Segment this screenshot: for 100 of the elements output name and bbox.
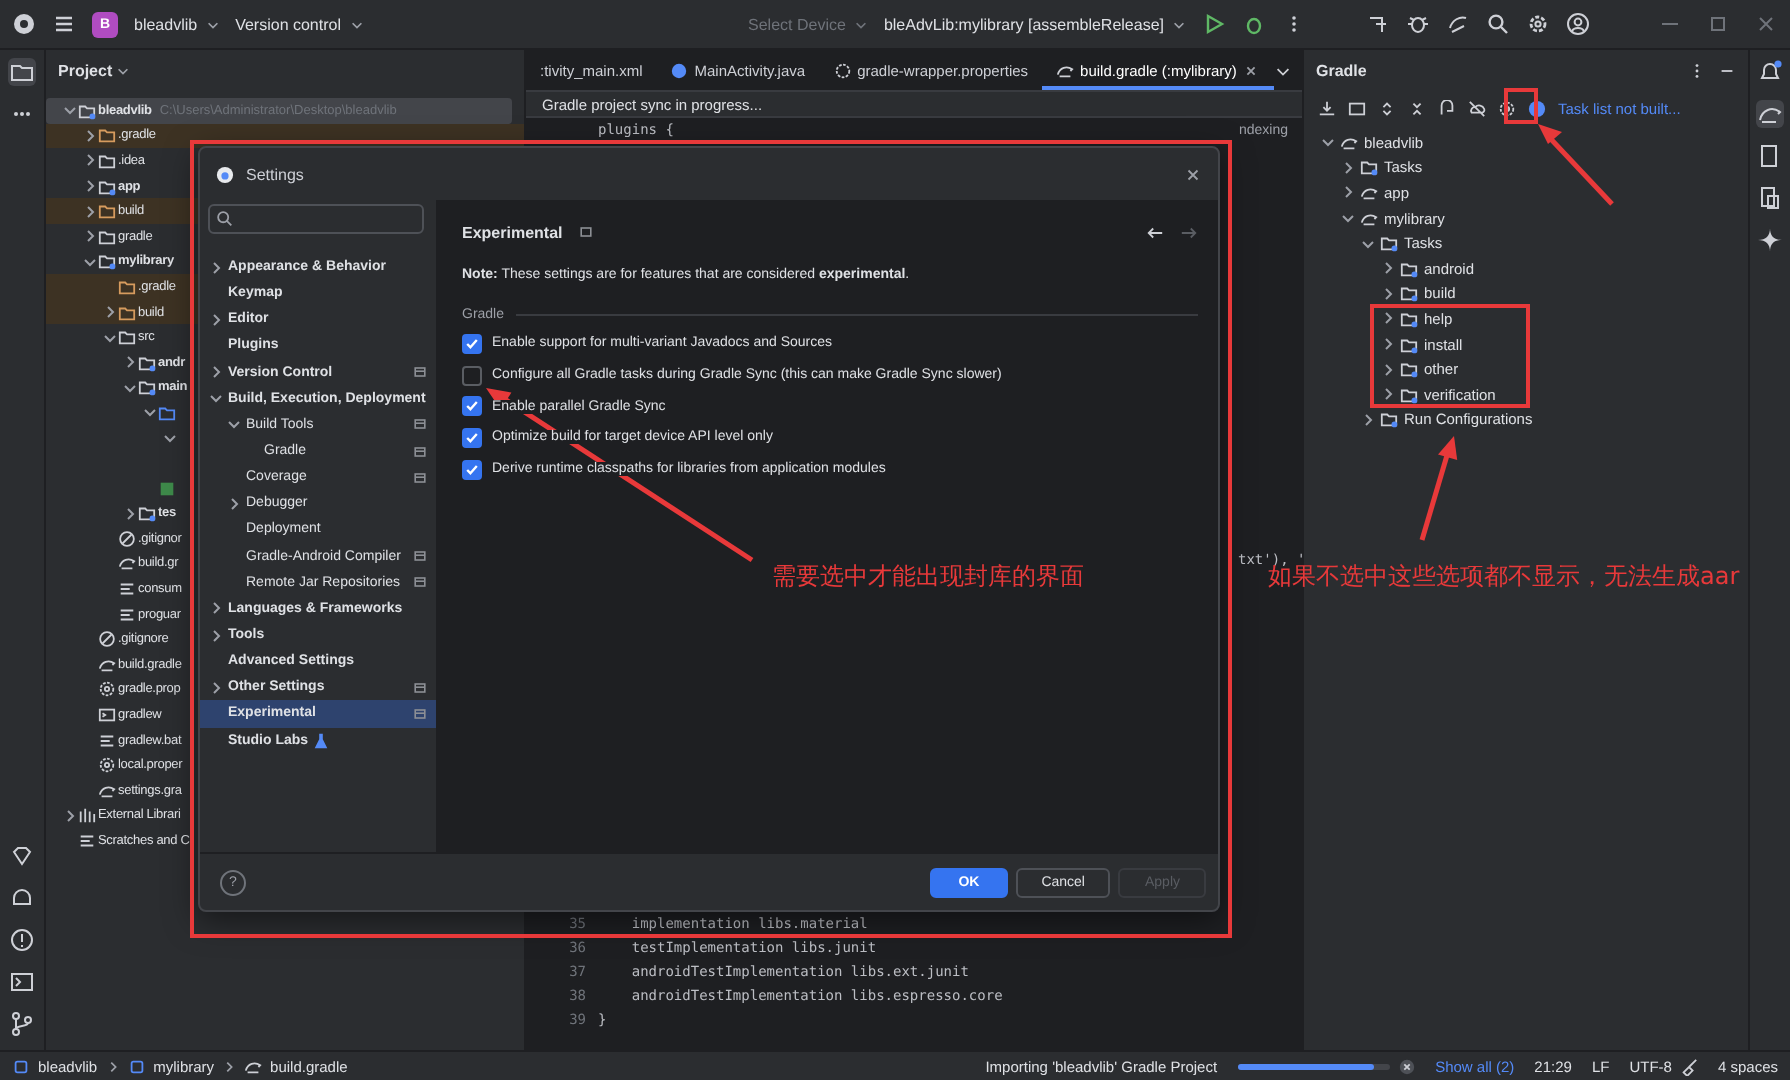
offline-icon[interactable] (1468, 99, 1486, 117)
checkbox[interactable] (462, 427, 482, 448)
run-config-dropdown[interactable]: bleAdvLib:mylibrary [assembleRelease] (883, 15, 1186, 33)
chevron-icon[interactable] (1380, 336, 1396, 353)
chevron-icon[interactable] (208, 311, 224, 328)
chevron-icon[interactable] (1380, 386, 1396, 403)
project-dropdown[interactable]: bleadvlib (134, 15, 220, 33)
manifest-icon (158, 479, 176, 498)
chevron-icon[interactable] (82, 152, 98, 169)
back-arrow-icon[interactable] (1146, 223, 1164, 241)
run-icon[interactable] (1202, 12, 1226, 36)
chevron-icon[interactable] (122, 354, 138, 371)
collapse-all-icon[interactable] (1408, 99, 1426, 117)
device-manager-icon[interactable] (1756, 184, 1784, 212)
chevron-icon[interactable] (1360, 411, 1376, 428)
annotation-text: 如果不选中这些选项都不显示，无法生成aar (1268, 562, 1740, 594)
chevron-icon (853, 17, 868, 31)
cancel-icon[interactable] (1397, 1057, 1416, 1075)
sparkle-icon[interactable] (1756, 226, 1784, 254)
chevron-icon[interactable] (82, 203, 98, 220)
chevron-icon[interactable] (82, 228, 98, 245)
close-icon[interactable] (1184, 165, 1202, 183)
chevron-icon[interactable] (122, 505, 138, 522)
expand-all-icon[interactable] (1378, 99, 1396, 117)
chevron-icon[interactable] (1380, 260, 1396, 277)
menu-icon[interactable] (52, 12, 76, 36)
module-icon (12, 1057, 30, 1075)
chevron-icon[interactable] (1360, 235, 1376, 252)
chevron-icon[interactable] (208, 679, 224, 696)
close-icon[interactable] (1242, 61, 1261, 79)
checkbox[interactable] (462, 396, 482, 417)
link-icon[interactable] (1438, 99, 1456, 117)
info-icon (1528, 99, 1546, 117)
chevron-icon[interactable] (1380, 361, 1396, 378)
chevron-icon[interactable] (1320, 134, 1336, 151)
ignore-icon (98, 630, 116, 649)
annotation-arrow (1419, 436, 1458, 541)
download-icon[interactable] (1318, 99, 1336, 117)
debug-icon[interactable] (1242, 12, 1266, 36)
checkbox[interactable] (462, 365, 482, 386)
settings-icon[interactable] (1526, 12, 1550, 36)
project-icon (1360, 183, 1378, 202)
project-scope-icon (578, 224, 595, 240)
window-icon[interactable] (1348, 99, 1366, 117)
chevron-icon[interactable] (142, 404, 158, 421)
git-branch-icon[interactable] (8, 1010, 36, 1038)
chevron-icon[interactable] (226, 495, 242, 512)
chevron-icon[interactable] (62, 807, 78, 824)
search-icon (216, 210, 234, 228)
file-icon (1056, 61, 1075, 79)
chevron-icon[interactable] (102, 329, 118, 346)
bug-icon[interactable] (1406, 12, 1430, 36)
gear-icon (833, 61, 852, 79)
project-icon (1340, 133, 1358, 152)
chevron-icon[interactable] (208, 627, 224, 644)
terminal-icon[interactable] (8, 968, 36, 996)
chevron-icon[interactable] (102, 304, 118, 321)
folder-icon[interactable] (8, 58, 36, 86)
chevron-icon[interactable] (1340, 159, 1356, 176)
folder-icon (1400, 335, 1418, 354)
account-icon[interactable] (1566, 12, 1590, 36)
terminal-icon (98, 706, 116, 725)
panel-title[interactable]: Project (58, 61, 131, 79)
module-folder-icon (98, 177, 116, 196)
search-icon[interactable] (1486, 12, 1510, 36)
text-file-icon (118, 605, 136, 624)
chevron-icon[interactable] (82, 178, 98, 195)
brush-icon[interactable] (1679, 1057, 1698, 1075)
search-field[interactable] (208, 204, 424, 234)
chevron-icon[interactable] (1340, 184, 1356, 201)
chevron-icon[interactable] (122, 379, 138, 396)
module-folder-icon (78, 101, 96, 120)
chevron-icon[interactable] (226, 416, 242, 433)
checkbox[interactable] (462, 459, 482, 480)
chevron-icon[interactable] (82, 127, 98, 144)
close-icon[interactable] (1754, 12, 1778, 36)
chevron-icon[interactable] (208, 259, 224, 276)
gem-icon[interactable] (8, 842, 36, 870)
chevron-icon[interactable] (82, 253, 98, 270)
chevron-icon[interactable] (1380, 285, 1396, 302)
chevron-icon[interactable] (208, 600, 224, 617)
file-icon (118, 554, 136, 573)
forward-arrow-icon[interactable] (1180, 223, 1198, 241)
panel-title: Gradle (1316, 61, 1367, 79)
file-icon (98, 781, 116, 800)
chevron-icon (205, 17, 220, 31)
gear-icon (98, 756, 116, 775)
text-file-icon (118, 580, 136, 599)
vcs-dropdown[interactable]: Version control (235, 15, 363, 33)
chevron-icon[interactable] (162, 430, 178, 447)
chevron-icon[interactable] (1380, 310, 1396, 327)
maximize-icon[interactable] (1706, 12, 1730, 36)
checkbox[interactable] (462, 333, 482, 354)
warning-icon[interactable] (8, 926, 36, 954)
android-studio-icon[interactable] (12, 12, 36, 36)
chevron-icon[interactable] (1340, 210, 1356, 227)
scratch-icon (78, 832, 96, 851)
settings-icon[interactable] (1498, 99, 1516, 117)
chevron-icon[interactable] (208, 390, 224, 407)
chevron-icon[interactable] (208, 364, 224, 381)
